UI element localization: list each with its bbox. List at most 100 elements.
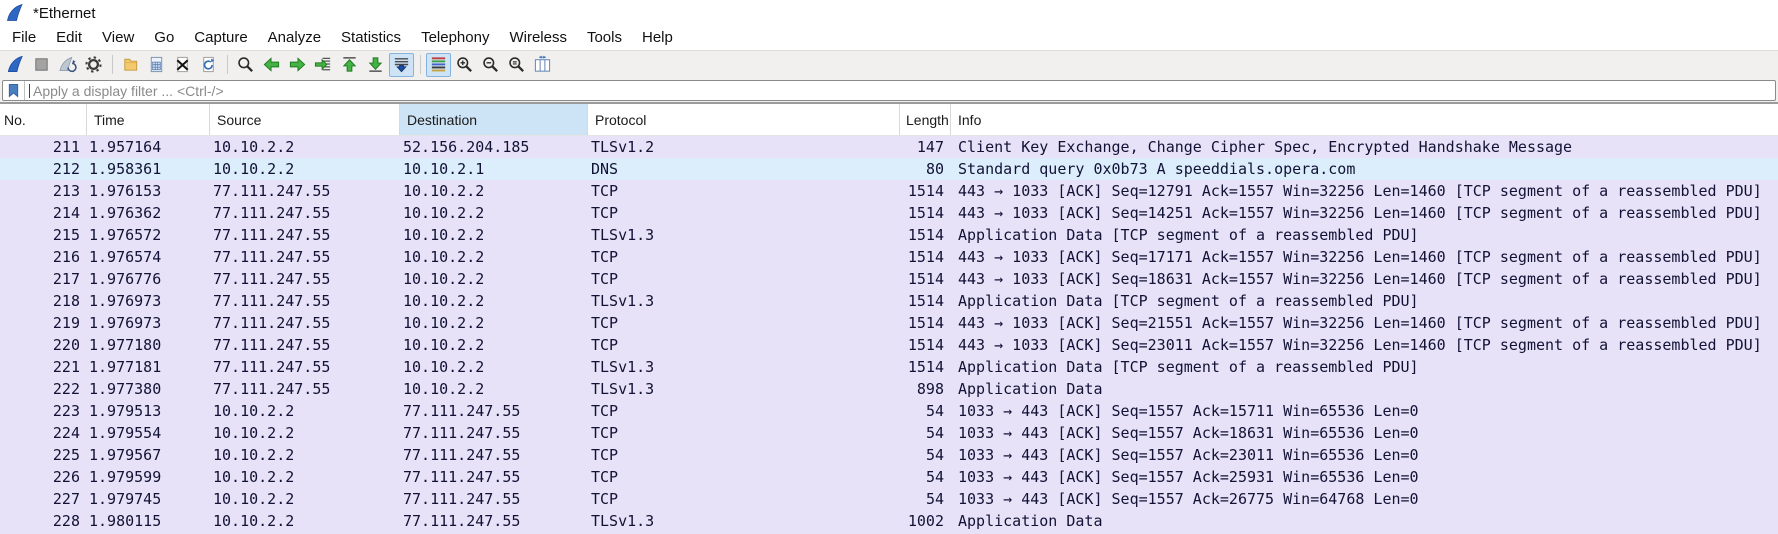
cell-protocol: TLSv1.3 — [591, 292, 655, 310]
cell-length: 1514 — [907, 182, 944, 200]
packet-row[interactable]: 224 1.979554 10.10.2.2 77.111.247.55 TCP 54 10… — [0, 422, 1778, 444]
cell-no: 213 — [52, 182, 80, 200]
stop-capture-button[interactable] — [29, 53, 54, 77]
cell-info: Application Data [TCP segment of a reass… — [958, 358, 1419, 376]
cell-no: 211 — [52, 138, 80, 156]
cell-time: 1.958361 — [89, 160, 162, 178]
packet-row[interactable]: 228 1.980115 10.10.2.2 77.111.247.55 TLSv1.3… — [0, 510, 1778, 532]
packet-row[interactable]: 220 1.977180 77.111.247.55 10.10.2.2 TCP 1514… — [0, 334, 1778, 356]
column-header-destination[interactable]: Destination — [400, 104, 588, 135]
save-file-button[interactable] — [144, 53, 169, 77]
cell-protocol: TLSv1.3 — [591, 380, 655, 398]
packet-row[interactable]: 211 1.957164 10.10.2.2 52.156.204.185 TLSv1.… — [0, 136, 1778, 158]
resize-columns-button[interactable] — [530, 53, 555, 77]
cell-destination: 77.111.247.55 — [403, 446, 521, 464]
colorize-button[interactable] — [426, 52, 451, 77]
cell-no: 228 — [52, 512, 80, 530]
cell-protocol: TLSv1.3 — [591, 512, 655, 530]
column-header-info[interactable]: Info — [951, 104, 1778, 135]
cell-no: 223 — [52, 402, 80, 420]
cell-time: 1.977180 — [89, 336, 162, 354]
packet-row[interactable]: 217 1.976776 77.111.247.55 10.10.2.2 TCP 1514… — [0, 268, 1778, 290]
go-back-button[interactable] — [259, 53, 284, 77]
cell-protocol: TCP — [591, 468, 619, 486]
menu-capture[interactable]: Capture — [184, 26, 257, 50]
folder-open-icon — [121, 55, 140, 74]
save-doc-icon — [147, 55, 166, 74]
zoom-normal-button[interactable] — [504, 53, 529, 77]
cell-protocol: TLSv1.3 — [591, 358, 655, 376]
cell-protocol: TLSv1.3 — [591, 226, 655, 244]
menu-tools[interactable]: Tools — [577, 26, 632, 50]
menu-go[interactable]: Go — [144, 26, 184, 50]
cell-source: 77.111.247.55 — [213, 358, 331, 376]
zoom-out-button[interactable] — [478, 53, 503, 77]
packet-row[interactable]: 223 1.979513 10.10.2.2 77.111.247.55 TCP 54 10… — [0, 400, 1778, 422]
capture-options-button[interactable] — [81, 53, 106, 77]
cell-length: 1514 — [907, 270, 944, 288]
menu-wireless[interactable]: Wireless — [499, 26, 577, 50]
cell-source: 10.10.2.2 — [213, 446, 295, 464]
cell-info: 443 → 1033 [ACK] Seq=12791 Ack=1557 Win=… — [958, 182, 1762, 200]
packet-row[interactable]: 225 1.979567 10.10.2.2 77.111.247.55 TCP 54 10… — [0, 444, 1778, 466]
column-header-protocol[interactable]: Protocol — [588, 104, 900, 135]
cell-source: 77.111.247.55 — [213, 336, 331, 354]
auto-scroll-button[interactable] — [389, 52, 414, 77]
display-filter-input[interactable]: Apply a display filter ... <Ctrl-/> — [2, 80, 1776, 101]
cell-protocol: DNS — [591, 160, 619, 178]
packet-row[interactable]: 219 1.976973 77.111.247.55 10.10.2.2 TCP 1514… — [0, 312, 1778, 334]
go-last-button[interactable] — [363, 53, 388, 77]
packet-row[interactable]: 214 1.976362 77.111.247.55 10.10.2.2 TCP 1514… — [0, 202, 1778, 224]
column-header-source[interactable]: Source — [210, 104, 400, 135]
magnifier-icon — [236, 55, 255, 74]
menu-edit[interactable]: Edit — [46, 26, 92, 50]
open-file-button[interactable] — [118, 53, 143, 77]
cell-destination: 77.111.247.55 — [403, 424, 521, 442]
magnifier-minus-icon — [481, 55, 500, 74]
cell-length: 1514 — [907, 292, 944, 310]
wireshark-window: *Ethernet File Edit View Go Capture Analyze St… — [0, 0, 1778, 534]
packet-row[interactable]: 212 1.958361 10.10.2.2 10.10.2.1 DNS 80 Standa… — [0, 158, 1778, 180]
cell-info: 443 → 1033 [ACK] Seq=21551 Ack=1557 Win=… — [958, 314, 1762, 332]
bookmark-icon[interactable] — [3, 81, 25, 100]
menu-statistics[interactable]: Statistics — [331, 26, 411, 50]
column-header-length[interactable]: Length — [900, 104, 951, 135]
column-header-time[interactable]: Time — [87, 104, 210, 135]
cell-length: 54 — [925, 468, 944, 486]
menu-analyze[interactable]: Analyze — [258, 26, 331, 50]
cell-info: 443 → 1033 [ACK] Seq=17171 Ack=1557 Win=… — [958, 248, 1762, 266]
packet-row[interactable]: 227 1.979745 10.10.2.2 77.111.247.55 TCP 54 10… — [0, 488, 1778, 510]
zoom-in-button[interactable] — [452, 53, 477, 77]
go-to-packet-button[interactable] — [311, 53, 336, 77]
packet-row[interactable]: 221 1.977181 77.111.247.55 10.10.2.2 TLSv1.3… — [0, 356, 1778, 378]
packet-row[interactable]: 216 1.976574 77.111.247.55 10.10.2.2 TCP 1514… — [0, 246, 1778, 268]
packet-row[interactable]: 213 1.976153 77.111.247.55 10.10.2.2 TCP 1514… — [0, 180, 1778, 202]
filter-placeholder: Apply a display filter ... <Ctrl-/> — [33, 82, 224, 99]
menu-telephony[interactable]: Telephony — [411, 26, 499, 50]
menu-view[interactable]: View — [92, 26, 144, 50]
packet-row[interactable]: 218 1.976973 77.111.247.55 10.10.2.2 TLSv1.3… — [0, 290, 1778, 312]
cell-protocol: TCP — [591, 314, 619, 332]
find-packet-button[interactable] — [233, 53, 258, 77]
cell-info: 1033 → 443 [ACK] Seq=1557 Ack=18631 Win=… — [958, 424, 1419, 442]
go-first-button[interactable] — [337, 53, 362, 77]
cell-source: 10.10.2.2 — [213, 402, 295, 420]
close-file-button[interactable] — [170, 53, 195, 77]
start-capture-button[interactable] — [3, 53, 28, 77]
cell-time: 1.976776 — [89, 270, 162, 288]
cell-destination: 77.111.247.55 — [403, 468, 521, 486]
column-header-no[interactable]: No. — [0, 104, 87, 135]
packet-row[interactable]: 215 1.976572 77.111.247.55 10.10.2.2 TLSv1.3… — [0, 224, 1778, 246]
cell-length: 1514 — [907, 314, 944, 332]
packet-row[interactable]: 226 1.979599 10.10.2.2 77.111.247.55 TCP 54 10… — [0, 466, 1778, 488]
cell-destination: 77.111.247.55 — [403, 402, 521, 420]
cell-protocol: TCP — [591, 204, 619, 222]
cell-no: 219 — [52, 314, 80, 332]
reload-file-button[interactable] — [196, 53, 221, 77]
restart-capture-button[interactable] — [55, 53, 80, 77]
menu-help[interactable]: Help — [632, 26, 683, 50]
menu-file[interactable]: File — [2, 26, 46, 50]
packet-row[interactable]: 222 1.977380 77.111.247.55 10.10.2.2 TLSv1.3… — [0, 378, 1778, 400]
cell-time: 1.957164 — [89, 138, 162, 156]
go-forward-button[interactable] — [285, 53, 310, 77]
